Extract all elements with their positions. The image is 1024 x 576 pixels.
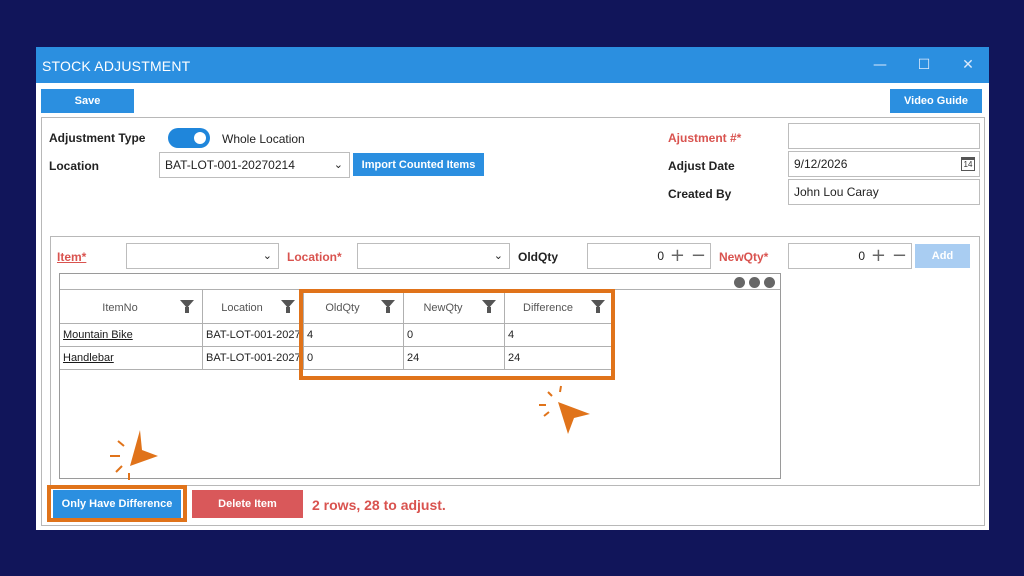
cell-location: BAT-LOT-001-20270214 bbox=[203, 324, 304, 347]
cell-itemno[interactable]: Handlebar bbox=[60, 347, 203, 370]
adjust-date-label: Adjust Date bbox=[668, 159, 735, 173]
adjust-summary: 2 rows, 28 to adjust. bbox=[312, 497, 446, 513]
cell-itemno[interactable]: Mountain Bike bbox=[60, 324, 203, 347]
columns-highlight-box bbox=[299, 289, 615, 380]
column-header-label: ItemNo bbox=[102, 302, 138, 314]
plus-icon[interactable]: + bbox=[871, 244, 886, 268]
adjust-date-value: 9/12/2026 bbox=[794, 157, 848, 171]
filter-icon[interactable] bbox=[281, 300, 295, 313]
more-options-icon[interactable] bbox=[749, 277, 760, 288]
location-label: Location bbox=[49, 159, 99, 173]
cell-location: BAT-LOT-001-20270214 bbox=[203, 347, 304, 370]
adjustment-number-label: Ajustment #* bbox=[668, 131, 742, 145]
adjustment-number-input[interactable] bbox=[788, 123, 980, 149]
delete-item-button[interactable]: Delete Item bbox=[192, 490, 303, 518]
maximize-icon[interactable]: ☐ bbox=[913, 54, 935, 76]
whole-location-label: Whole Location bbox=[222, 132, 305, 146]
oldqty-stepper[interactable]: 0 + − bbox=[587, 243, 711, 269]
oldqty-value: 0 bbox=[657, 249, 664, 263]
plus-icon[interactable]: + bbox=[670, 244, 685, 268]
item-select[interactable]: ⌄ bbox=[126, 243, 279, 269]
more-options-icon[interactable] bbox=[764, 277, 775, 288]
location-select[interactable]: BAT-LOT-001-20270214 ⌄ bbox=[159, 152, 350, 178]
filter-icon[interactable] bbox=[180, 300, 194, 313]
newqty-label: NewQty* bbox=[719, 250, 769, 264]
location-select-value: BAT-LOT-001-20270214 bbox=[165, 158, 295, 172]
created-by-label: Created By bbox=[668, 187, 732, 201]
adjustment-type-toggle[interactable] bbox=[168, 128, 210, 148]
button-highlight-box bbox=[47, 485, 187, 522]
oldqty-label: OldQty bbox=[518, 250, 559, 264]
entry-location-label: Location* bbox=[287, 250, 342, 264]
video-guide-button[interactable]: Video Guide bbox=[890, 89, 982, 113]
item-label: Item* bbox=[57, 250, 87, 264]
chevron-down-icon: ⌄ bbox=[262, 249, 272, 262]
more-options-icon[interactable] bbox=[734, 277, 745, 288]
column-header-itemno[interactable]: ItemNo bbox=[60, 290, 203, 324]
minimize-icon[interactable]: — bbox=[869, 54, 891, 76]
minus-icon[interactable]: − bbox=[892, 244, 907, 268]
save-button[interactable]: Save bbox=[41, 89, 134, 113]
close-icon[interactable]: ✕ bbox=[957, 54, 979, 76]
adjust-date-input[interactable]: 9/12/2026 14 bbox=[788, 151, 980, 177]
created-by-value: John Lou Caray bbox=[794, 185, 879, 199]
minus-icon[interactable]: − bbox=[691, 244, 706, 268]
adjustment-type-label: Adjustment Type bbox=[49, 131, 146, 145]
grid-toolbar bbox=[60, 274, 780, 290]
chevron-down-icon: ⌄ bbox=[333, 158, 343, 171]
chevron-down-icon: ⌄ bbox=[493, 249, 503, 262]
pointer-cursor-icon bbox=[110, 430, 158, 480]
created-by-field: John Lou Caray bbox=[788, 179, 980, 205]
pointer-cursor-icon bbox=[539, 385, 590, 434]
newqty-stepper[interactable]: 0 + − bbox=[788, 243, 912, 269]
column-header-location[interactable]: Location bbox=[203, 290, 304, 324]
import-counted-items-button[interactable]: Import Counted Items bbox=[353, 153, 484, 176]
add-button[interactable]: Add bbox=[915, 244, 970, 268]
newqty-value: 0 bbox=[858, 249, 865, 263]
calendar-icon[interactable]: 14 bbox=[961, 157, 975, 171]
title-bar: STOCK ADJUSTMENT — ☐ ✕ bbox=[36, 47, 989, 83]
window-title: STOCK ADJUSTMENT bbox=[42, 58, 191, 74]
toggle-knob bbox=[194, 132, 206, 144]
column-header-label: Location bbox=[221, 302, 263, 314]
entry-location-select[interactable]: ⌄ bbox=[357, 243, 510, 269]
